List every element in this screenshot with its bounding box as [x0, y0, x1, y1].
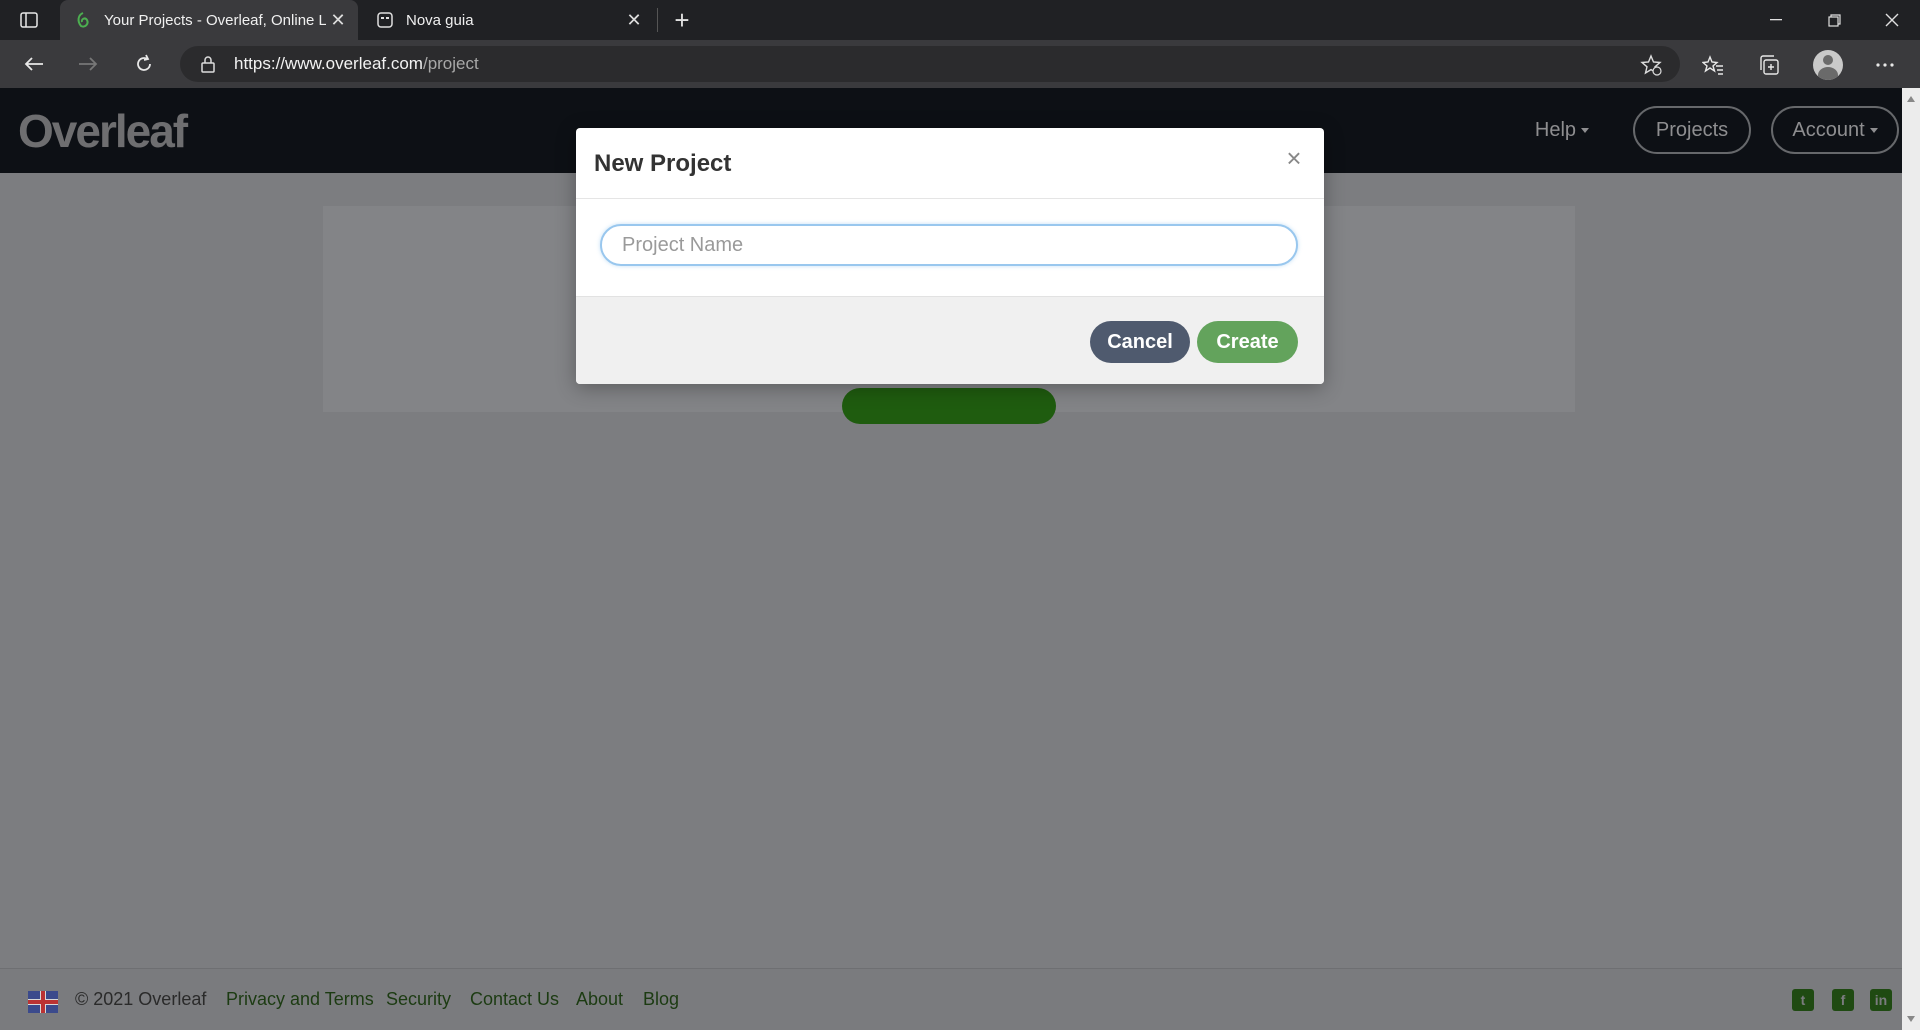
nav-help[interactable]: Help [1520, 106, 1604, 154]
overleaf-leaf-icon [74, 11, 92, 29]
close-icon[interactable]: × [1282, 145, 1306, 171]
forward-arrow-icon[interactable] [70, 48, 106, 80]
nav-projects-label: Projects [1655, 118, 1729, 141]
add-favorite-icon[interactable] [1640, 54, 1662, 76]
modal-footer: Cancel Create [576, 296, 1324, 384]
lock-icon[interactable] [200, 55, 216, 73]
browser-tab-nova-guia[interactable]: Nova guia ✕ [362, 0, 654, 40]
site-footer: © 2021 Overleaf Privacy and Terms Securi… [0, 968, 1902, 1030]
close-tab-icon[interactable]: ✕ [622, 8, 646, 32]
uk-flag-icon[interactable] [28, 991, 58, 1013]
tab-title: Your Projects - Overleaf, Online L [104, 11, 326, 29]
url-text: https://www.overleaf.com/project [234, 54, 479, 74]
browser-tab-overleaf[interactable]: Your Projects - Overleaf, Online L ✕ [60, 0, 358, 40]
footer-link-contact[interactable]: Contact Us [470, 989, 559, 1010]
browser-toolbar: https://www.overleaf.com/project [0, 40, 1920, 88]
create-first-project-button [842, 388, 1056, 424]
minimize-icon[interactable] [1748, 0, 1804, 40]
nav-projects[interactable]: Projects [1633, 106, 1751, 154]
footer-link-security[interactable]: Security [386, 989, 451, 1010]
close-tab-icon[interactable]: ✕ [326, 8, 350, 32]
twitter-icon[interactable]: t [1792, 989, 1814, 1011]
linkedin-icon[interactable]: in [1870, 989, 1892, 1011]
new-project-modal: New Project × Cancel Create [576, 128, 1324, 384]
favorites-icon[interactable] [1700, 52, 1726, 78]
refresh-icon[interactable] [126, 48, 162, 80]
restore-icon[interactable] [1806, 0, 1862, 40]
modal-header: New Project × [576, 128, 1324, 199]
scroll-down-icon[interactable] [1907, 1016, 1915, 1022]
footer-link-blog[interactable]: Blog [643, 989, 679, 1010]
create-button[interactable]: Create [1197, 321, 1298, 363]
new-tab-icon[interactable]: + [668, 5, 696, 35]
nav-help-label: Help [1534, 118, 1577, 141]
close-window-icon[interactable] [1864, 0, 1920, 40]
scroll-up-icon[interactable] [1907, 96, 1915, 102]
caret-down-icon [1581, 127, 1590, 133]
back-arrow-icon[interactable] [16, 48, 52, 80]
url-path: /project [422, 54, 479, 73]
collections-icon[interactable] [1756, 52, 1782, 78]
tab-title: Nova guia [406, 11, 474, 29]
more-menu-icon[interactable] [1872, 52, 1898, 78]
nav-account[interactable]: Account [1771, 106, 1899, 154]
new-tab-page-icon [376, 11, 394, 29]
modal-title: New Project [594, 150, 732, 177]
footer-link-privacy[interactable]: Privacy and Terms [226, 989, 374, 1010]
page-scrollbar[interactable] [1902, 88, 1920, 1030]
project-name-input[interactable] [600, 224, 1298, 266]
tab-separator [657, 8, 658, 32]
url-host: https://www.overleaf.com [234, 54, 423, 73]
tab-actions-icon[interactable] [18, 10, 40, 30]
footer-link-about[interactable]: About [576, 989, 623, 1010]
facebook-icon[interactable]: f [1832, 989, 1854, 1011]
nav-account-label: Account [1792, 118, 1865, 141]
profile-avatar[interactable] [1813, 50, 1843, 80]
modal-body [576, 199, 1324, 296]
overleaf-logo[interactable]: Overleaf [18, 104, 188, 158]
address-bar[interactable]: https://www.overleaf.com/project [180, 46, 1680, 82]
caret-down-icon [1869, 127, 1878, 133]
cancel-button[interactable]: Cancel [1090, 321, 1190, 363]
copyright: © 2021 Overleaf [75, 989, 207, 1009]
browser-tab-bar: Your Projects - Overleaf, Online L ✕ Nov… [0, 0, 1920, 40]
